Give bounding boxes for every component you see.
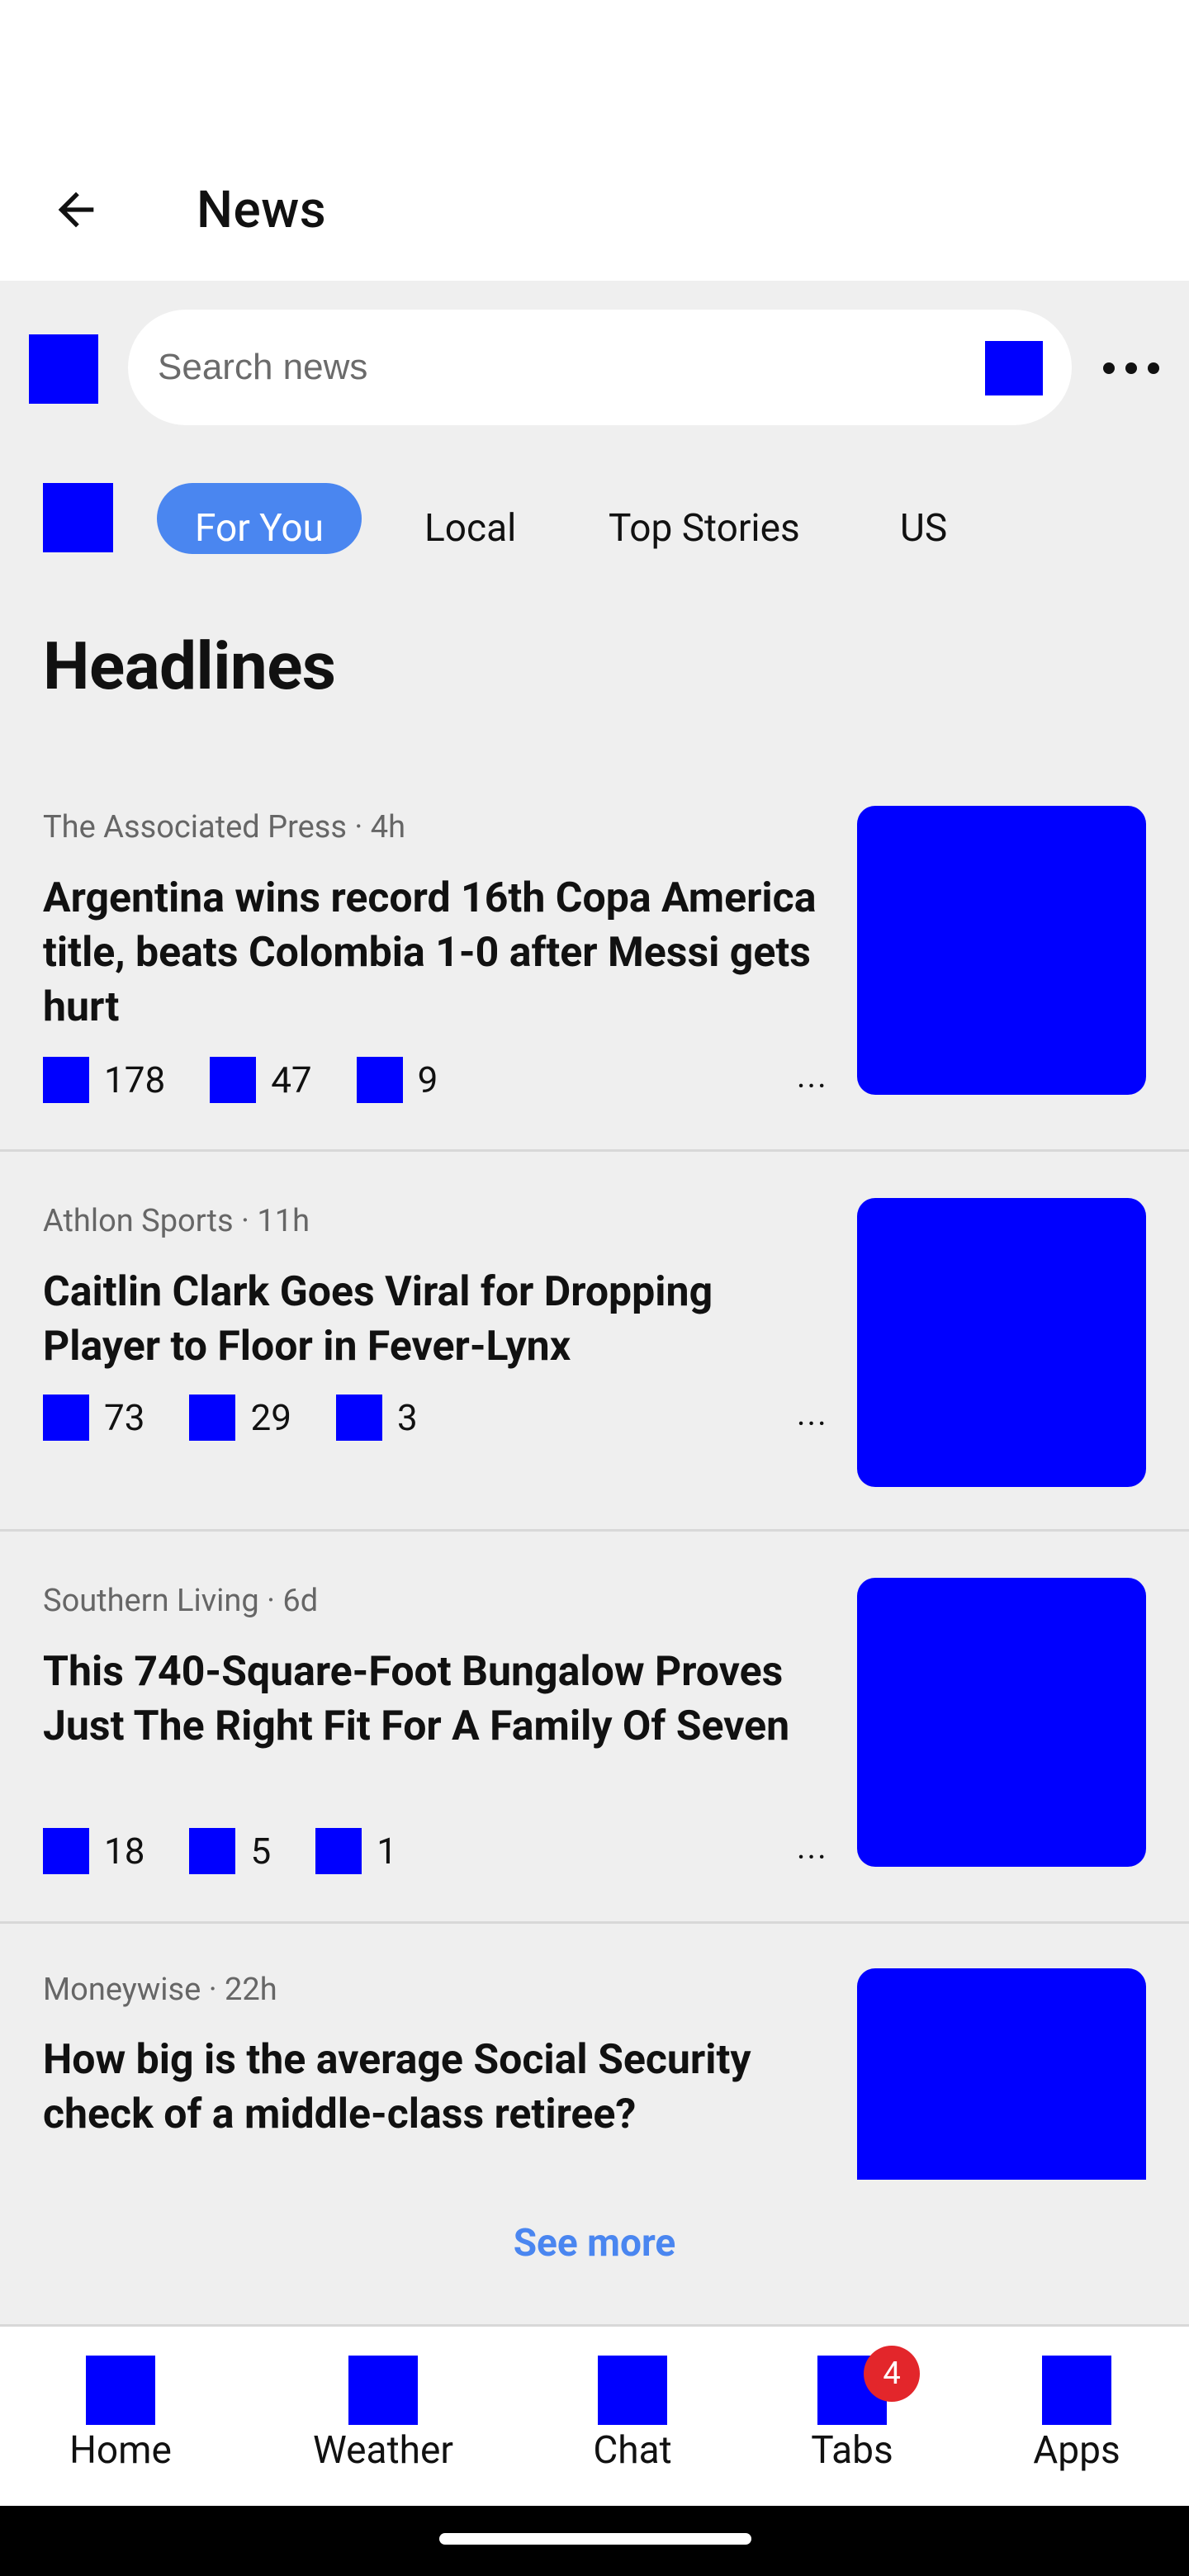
share-icon <box>356 1057 403 1103</box>
comments-count: 29 <box>250 1396 291 1439</box>
category-tabs: For You Local Top Stories US <box>0 462 1189 578</box>
reactions-count: 73 <box>104 1396 145 1439</box>
comment-icon <box>189 1828 236 1874</box>
shares-count: 9 <box>417 1058 438 1101</box>
article-card-inner: Moneywise · 22h How big is the average S… <box>0 1924 1189 2180</box>
article-headline[interactable]: Caitlin Clark Goes Viral for Dropping Pl… <box>43 1265 827 1374</box>
comments-count: 47 <box>271 1058 312 1101</box>
shares-metric[interactable]: 1 <box>315 1828 397 1874</box>
share-icon <box>335 1395 382 1441</box>
more-options-button[interactable] <box>1098 352 1164 385</box>
article-card[interactable]: The Associated Press · 4h Argentina wins… <box>0 760 1189 1152</box>
arrow-left-icon <box>58 192 94 228</box>
article-headline[interactable]: Argentina wins record 16th Copa America … <box>43 871 827 1035</box>
article-thumbnail[interactable] <box>857 806 1146 1095</box>
article-thumbnail[interactable] <box>857 1968 1146 2180</box>
comments-metric[interactable]: 5 <box>189 1828 271 1874</box>
article-headline[interactable]: How big is the average Social Security c… <box>43 2033 827 2142</box>
more-dot-icon <box>1148 362 1159 374</box>
comment-icon <box>189 1395 236 1441</box>
article-card[interactable]: Athlon Sports · 11h Caitlin Clark Goes V… <box>0 1152 1189 1532</box>
chat-icon <box>598 2356 667 2425</box>
news-app-screen: News For You Local Top Stories US Headli… <box>0 0 1189 2576</box>
nav-tabs-label: Tabs <box>811 2428 893 2473</box>
apps-icon <box>1042 2356 1111 2425</box>
reactions-metric[interactable]: 18 <box>43 1828 144 1874</box>
nav-apps-label: Apps <box>1033 2428 1120 2473</box>
more-dot-icon <box>1125 362 1137 374</box>
nav-home[interactable]: Home <box>30 2356 211 2473</box>
tab-top-stories[interactable]: Top Stories <box>609 483 800 554</box>
tab-local[interactable]: Local <box>424 483 516 554</box>
article-source: Moneywise · 22h <box>43 1972 277 2008</box>
see-more-link[interactable]: See more <box>0 2221 1189 2266</box>
nav-chat-label: Chat <box>593 2428 672 2473</box>
section-title: Headlines <box>43 627 336 705</box>
search-icon[interactable] <box>985 341 1043 395</box>
weather-icon <box>348 2356 418 2425</box>
page-title: News <box>197 180 327 240</box>
article-metrics: 18 5 1 <box>43 1826 442 1876</box>
app-bar: News <box>0 132 1189 281</box>
nav-home-label: Home <box>69 2428 172 2473</box>
shares-metric[interactable]: 3 <box>335 1395 418 1441</box>
article-source: The Associated Press · 4h <box>43 809 406 845</box>
shares-count: 3 <box>396 1396 418 1439</box>
shares-count: 1 <box>377 1830 397 1873</box>
article-more-button[interactable]: ... <box>797 1057 828 1096</box>
article-card[interactable]: Moneywise · 22h How big is the average S… <box>0 1924 1189 2180</box>
app-logo-icon[interactable] <box>29 334 98 404</box>
reaction-icon <box>43 1057 89 1103</box>
reactions-metric[interactable]: 73 <box>43 1395 144 1441</box>
article-thumbnail[interactable] <box>857 1578 1146 1867</box>
nav-apps[interactable]: Apps <box>986 2356 1168 2473</box>
reactions-count: 18 <box>104 1830 145 1873</box>
nav-tabs[interactable]: 4 Tabs <box>761 2346 943 2473</box>
comments-metric[interactable]: 29 <box>189 1395 291 1441</box>
bottom-navigation: Home Weather Chat 4 Tabs Apps <box>0 2324 1189 2506</box>
article-more-button[interactable]: ... <box>797 1828 828 1867</box>
article-metrics: 178 47 9 <box>43 1055 482 1105</box>
article-source: Athlon Sports · 11h <box>43 1203 310 1239</box>
status-bar <box>0 0 1189 132</box>
tab-us[interactable]: US <box>900 483 947 554</box>
reactions-metric[interactable]: 178 <box>43 1057 165 1103</box>
nav-weather[interactable]: Weather <box>292 2356 474 2473</box>
nav-chat[interactable]: Chat <box>542 2356 723 2473</box>
article-more-button[interactable]: ... <box>797 1395 828 1433</box>
reaction-icon <box>43 1395 89 1441</box>
system-navigation-bar <box>0 2506 1189 2576</box>
share-icon <box>315 1828 362 1874</box>
comment-icon <box>210 1057 257 1103</box>
article-metrics: 73 29 3 <box>43 1393 462 1442</box>
tab-for-you[interactable]: For You <box>157 483 362 554</box>
search-row <box>0 281 1189 462</box>
tabs-menu-icon[interactable] <box>43 483 113 552</box>
article-source: Southern Living · 6d <box>43 1583 319 1619</box>
comments-count: 5 <box>250 1830 272 1873</box>
shares-metric[interactable]: 9 <box>356 1057 438 1103</box>
comments-metric[interactable]: 47 <box>210 1057 312 1103</box>
reactions-count: 178 <box>104 1058 166 1101</box>
back-button[interactable] <box>33 167 119 253</box>
home-icon <box>86 2356 155 2425</box>
tabs-count-badge: 4 <box>864 2346 920 2402</box>
gesture-home-handle[interactable] <box>439 2533 751 2545</box>
reaction-icon <box>43 1828 89 1874</box>
article-card[interactable]: Southern Living · 6d This 740-Square-Foo… <box>0 1532 1189 1924</box>
search-box[interactable] <box>128 310 1072 425</box>
article-headline[interactable]: This 740-Square-Foot Bungalow Proves Jus… <box>43 1645 827 1754</box>
article-thumbnail[interactable] <box>857 1198 1146 1487</box>
search-input[interactable] <box>158 334 950 400</box>
nav-weather-label: Weather <box>313 2428 453 2473</box>
more-dot-icon <box>1103 362 1115 374</box>
